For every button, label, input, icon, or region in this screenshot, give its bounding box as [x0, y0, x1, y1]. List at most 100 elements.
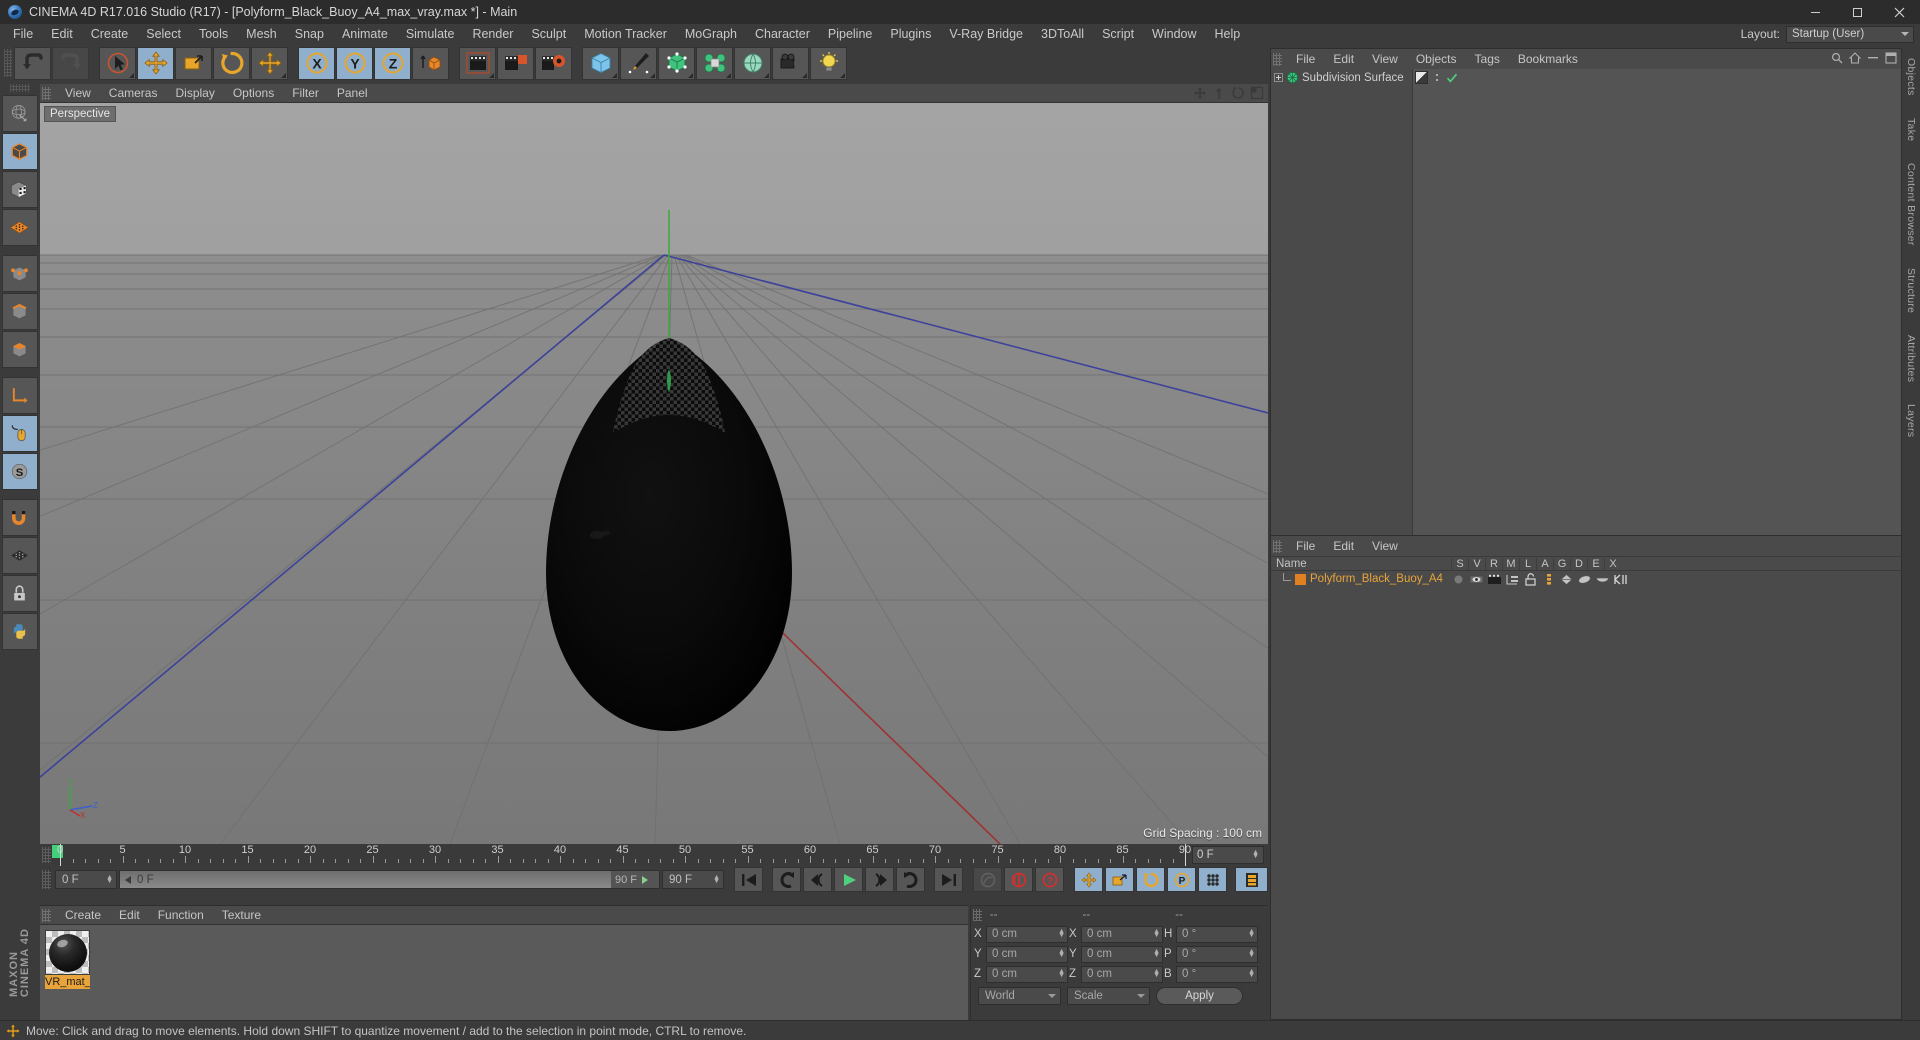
render-settings-button[interactable]	[535, 46, 572, 80]
animation-icon[interactable]	[1541, 573, 1556, 586]
menu-script[interactable]: Script	[1093, 24, 1143, 44]
render-clapper-icon[interactable]	[1487, 573, 1502, 586]
minimize-button[interactable]	[1794, 0, 1836, 24]
timeline-grip[interactable]	[42, 847, 51, 863]
coordinate-manager-grip[interactable]	[973, 908, 982, 921]
material-preview[interactable]	[45, 930, 90, 975]
layer-menu-file[interactable]: File	[1287, 538, 1324, 554]
column-header-x[interactable]: X	[1604, 557, 1621, 570]
timeline-playhead[interactable]	[60, 844, 61, 866]
home-icon[interactable]	[1849, 52, 1861, 64]
enable-axis-modification-button[interactable]	[1, 377, 38, 414]
spinner-icon[interactable]: ▲ ▼	[1153, 948, 1160, 959]
column-header-l[interactable]: L	[1519, 557, 1536, 570]
move-secondary-tool[interactable]	[251, 46, 288, 80]
material-manager-body[interactable]: VR_mat_	[40, 925, 968, 1021]
coord-input-pos-z[interactable]: 0 cm ▲ ▼	[986, 965, 1068, 983]
coord-input-rot-b[interactable]: 0 ° ▲ ▼	[1176, 965, 1258, 983]
undo-button[interactable]	[14, 46, 51, 80]
current-frame-field[interactable]: 0 F ▲ ▼	[55, 870, 117, 889]
timeline-scrubber[interactable]: 0 F 90 F	[119, 870, 660, 889]
render-view-button[interactable]	[459, 46, 496, 80]
object-menu-edit[interactable]: Edit	[1324, 51, 1363, 67]
menu-3dtoall[interactable]: 3DToAll	[1032, 24, 1093, 44]
object-menu-file[interactable]: File	[1287, 51, 1324, 67]
column-header-g[interactable]: G	[1553, 557, 1570, 570]
object-menu-view[interactable]: View	[1363, 51, 1407, 67]
add-cube-primitive-button[interactable]	[582, 46, 619, 80]
spinner-icon[interactable]: ▲ ▼	[1252, 849, 1259, 860]
menu-character[interactable]: Character	[746, 24, 819, 44]
lock-workplane-button[interactable]	[1, 575, 38, 612]
spinner-icon[interactable]: ▲ ▼	[713, 874, 720, 885]
autokeying-button[interactable]	[1004, 867, 1033, 892]
coord-input-rot-p[interactable]: 0 ° ▲ ▼	[1176, 945, 1258, 963]
timeline-track[interactable]: 051015202530354045505560657075808590	[52, 844, 1191, 866]
live-selection-tool[interactable]	[99, 46, 136, 80]
workplane-mode-button[interactable]	[1, 209, 38, 246]
deformer-icon[interactable]	[1577, 573, 1592, 586]
right-tab-layers[interactable]: Layers	[1904, 400, 1918, 441]
add-generator-button[interactable]	[658, 46, 695, 80]
menu-pipeline[interactable]: Pipeline	[819, 24, 881, 44]
position-key-button[interactable]	[1074, 867, 1103, 892]
generator-icon[interactable]	[1559, 573, 1574, 586]
texture-mode-button[interactable]	[1, 171, 38, 208]
menu-help[interactable]: Help	[1206, 24, 1250, 44]
rotate-tool[interactable]	[213, 46, 250, 80]
material-tile[interactable]: VR_mat_	[45, 930, 90, 989]
spinner-icon[interactable]: ▲ ▼	[1153, 928, 1160, 939]
viewport-solo-button[interactable]	[1, 415, 38, 452]
polygons-mode-button[interactable]	[1, 331, 38, 368]
y-axis-lock[interactable]: Y	[336, 46, 373, 80]
menu-file[interactable]: File	[4, 24, 42, 44]
model-mode-button[interactable]	[1, 133, 38, 170]
object-manager-grip[interactable]	[1273, 52, 1282, 66]
menu-vray-bridge[interactable]: V-Ray Bridge	[940, 24, 1032, 44]
point-level-animation-button[interactable]	[1198, 867, 1227, 892]
lock-open-icon[interactable]	[1523, 572, 1538, 586]
scale-tool[interactable]	[175, 46, 212, 80]
material-menu-texture[interactable]: Texture	[213, 907, 270, 923]
record-active-objects-button[interactable]	[973, 867, 1002, 892]
previous-keyframe-button[interactable]	[772, 867, 801, 892]
redo-button[interactable]	[52, 46, 89, 80]
object-tag-row[interactable]	[1413, 69, 1901, 86]
z-axis-lock[interactable]: Z	[374, 46, 411, 80]
layer-menu-edit[interactable]: Edit	[1324, 538, 1363, 554]
menu-simulate[interactable]: Simulate	[397, 24, 464, 44]
search-icon[interactable]	[1831, 52, 1843, 64]
check-icon[interactable]	[1446, 72, 1458, 84]
right-tab-content-browser[interactable]: Content Browser	[1904, 159, 1918, 250]
column-header-v[interactable]: V	[1468, 557, 1485, 570]
viewport-menu-cameras[interactable]: Cameras	[100, 85, 167, 101]
collapse-icon[interactable]	[1867, 52, 1879, 64]
column-header-e[interactable]: E	[1587, 557, 1604, 570]
scrub-right-arrow-icon[interactable]	[640, 875, 649, 884]
panel-icon[interactable]	[1885, 52, 1897, 64]
maximize-view-icon[interactable]	[1250, 86, 1264, 100]
layer-menu-view[interactable]: View	[1363, 538, 1407, 554]
xref-icon[interactable]	[1613, 573, 1628, 586]
menu-sculpt[interactable]: Sculpt	[522, 24, 575, 44]
column-header-m[interactable]: M	[1502, 557, 1519, 570]
viewport-menu-panel[interactable]: Panel	[328, 85, 377, 101]
column-header-s[interactable]: S	[1451, 557, 1468, 570]
x-axis-lock[interactable]: X	[298, 46, 335, 80]
timeline-frame-field[interactable]: 0 F ▲ ▼	[1192, 846, 1264, 864]
transform-mode-select[interactable]: Scale	[1067, 987, 1150, 1005]
left-toolbar-grip[interactable]	[9, 84, 30, 92]
spinner-icon[interactable]: ▲ ▼	[1248, 928, 1255, 939]
scale-view-icon[interactable]	[1212, 86, 1226, 100]
menu-tools[interactable]: Tools	[190, 24, 237, 44]
expression-icon[interactable]	[1595, 573, 1610, 586]
keyframe-selection-button[interactable]: ?	[1035, 867, 1064, 892]
move-view-icon[interactable]	[1193, 86, 1207, 100]
viewport-menu-grip[interactable]	[42, 86, 51, 100]
layer-row[interactable]: Polyform_Black_Buoy_A4	[1271, 571, 1901, 587]
python-console-button[interactable]	[1, 613, 38, 650]
object-menu-objects[interactable]: Objects	[1407, 51, 1466, 67]
spinner-icon[interactable]: ▲ ▼	[106, 874, 113, 885]
layer-color-swatch[interactable]	[1295, 573, 1306, 585]
scale-key-button[interactable]	[1105, 867, 1134, 892]
